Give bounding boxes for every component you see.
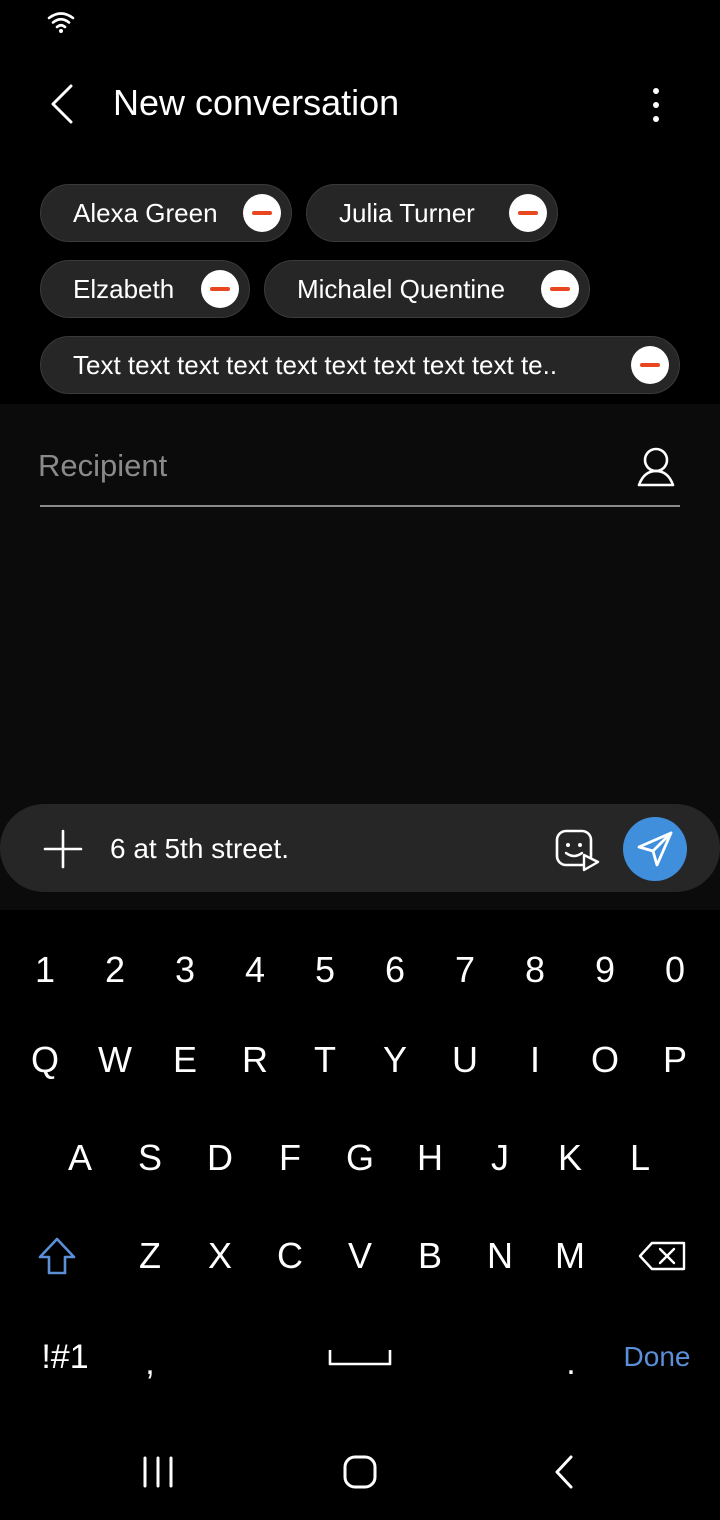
sticker-icon[interactable]	[554, 828, 600, 872]
chip-label: Alexa Green	[73, 197, 218, 228]
key[interactable]: K	[535, 1123, 605, 1193]
recipient-chip[interactable]: Julia Turner	[306, 184, 558, 242]
chip-label: Michalel Quentine	[297, 273, 506, 304]
key[interactable]: 8	[500, 935, 570, 1005]
key[interactable]: W	[80, 1025, 150, 1095]
remove-circle-icon[interactable]	[201, 270, 239, 308]
key[interactable]: S	[115, 1123, 185, 1193]
more-vertical-icon	[653, 88, 659, 122]
back-button[interactable]	[36, 76, 88, 132]
key[interactable]: I	[500, 1025, 570, 1095]
key[interactable]: U	[430, 1025, 500, 1095]
backspace-icon	[638, 1241, 686, 1271]
key[interactable]: 7	[430, 935, 500, 1005]
navigation-bar	[0, 1420, 720, 1520]
key[interactable]: 4	[220, 935, 290, 1005]
message-input[interactable]: 6 at 5th street.	[110, 830, 289, 868]
key[interactable]: P	[640, 1025, 710, 1095]
recipient-chip[interactable]: Michalel Quentine	[264, 260, 590, 318]
key[interactable]: X	[185, 1221, 255, 1291]
send-icon	[637, 831, 673, 867]
key[interactable]: 5	[290, 935, 360, 1005]
key[interactable]: C	[255, 1221, 325, 1291]
recents-button[interactable]	[128, 1450, 188, 1494]
key[interactable]: 6	[360, 935, 430, 1005]
recipient-input[interactable]	[38, 442, 618, 490]
key[interactable]: D	[185, 1123, 255, 1193]
key[interactable]: Z	[115, 1221, 185, 1291]
period-key[interactable]: .	[536, 1328, 606, 1398]
more-options-button[interactable]	[632, 78, 680, 132]
done-key[interactable]: Done	[607, 1322, 707, 1392]
backspace-key[interactable]	[627, 1221, 697, 1291]
comma-key[interactable]: ,	[115, 1328, 185, 1398]
page-title: New conversation	[113, 82, 400, 123]
recipient-chip[interactable]: Text text text text text text text text …	[40, 336, 680, 394]
plus-icon[interactable]	[40, 826, 86, 872]
home-icon	[343, 1455, 377, 1489]
key[interactable]: Y	[360, 1025, 430, 1095]
key[interactable]: G	[325, 1123, 395, 1193]
symbols-key[interactable]: !#1	[20, 1322, 110, 1392]
remove-circle-icon[interactable]	[541, 270, 579, 308]
key[interactable]: E	[150, 1025, 220, 1095]
key[interactable]: 2	[80, 935, 150, 1005]
chevron-left-icon	[51, 84, 73, 124]
wifi-icon	[47, 12, 75, 33]
recipient-chip[interactable]: Elzabeth	[40, 260, 250, 318]
remove-circle-icon[interactable]	[243, 194, 281, 232]
recipient-chip[interactable]: Alexa Green	[40, 184, 292, 242]
key[interactable]: J	[465, 1123, 535, 1193]
remove-circle-icon[interactable]	[631, 346, 669, 384]
send-button[interactable]	[623, 817, 687, 881]
key[interactable]: T	[290, 1025, 360, 1095]
recents-icon	[143, 1456, 173, 1488]
key[interactable]: R	[220, 1025, 290, 1095]
chip-label: Text text text text text text text text …	[73, 349, 558, 380]
system-back-button[interactable]	[534, 1450, 594, 1494]
key[interactable]: L	[605, 1123, 675, 1193]
remove-circle-icon[interactable]	[509, 194, 547, 232]
key[interactable]: 0	[640, 935, 710, 1005]
keyboard: 1 2 3 4 5 6 7 8 9 0 Q W E R T Y U I O P …	[0, 910, 720, 1420]
chip-label: Elzabeth	[73, 273, 175, 304]
shift-icon	[38, 1237, 76, 1275]
recipient-underline	[40, 505, 680, 507]
key[interactable]: O	[570, 1025, 640, 1095]
key[interactable]: 3	[150, 935, 220, 1005]
message-composer: 6 at 5th street.	[0, 804, 720, 892]
key[interactable]: F	[255, 1123, 325, 1193]
key[interactable]: 9	[570, 935, 640, 1005]
person-icon[interactable]	[634, 444, 678, 488]
key[interactable]: B	[395, 1221, 465, 1291]
chip-label: Julia Turner	[339, 197, 475, 228]
key[interactable]: Q	[10, 1025, 80, 1095]
app-bar: New conversation	[0, 60, 720, 150]
key[interactable]: A	[45, 1123, 115, 1193]
home-button[interactable]	[330, 1450, 390, 1494]
key[interactable]: M	[535, 1221, 605, 1291]
key[interactable]: 1	[10, 935, 80, 1005]
status-bar	[0, 0, 720, 48]
key[interactable]: N	[465, 1221, 535, 1291]
space-key[interactable]	[300, 1322, 420, 1392]
space-icon	[328, 1350, 392, 1366]
key[interactable]: V	[325, 1221, 395, 1291]
shift-key[interactable]	[22, 1221, 92, 1291]
key[interactable]: H	[395, 1123, 465, 1193]
back-icon	[555, 1455, 573, 1489]
